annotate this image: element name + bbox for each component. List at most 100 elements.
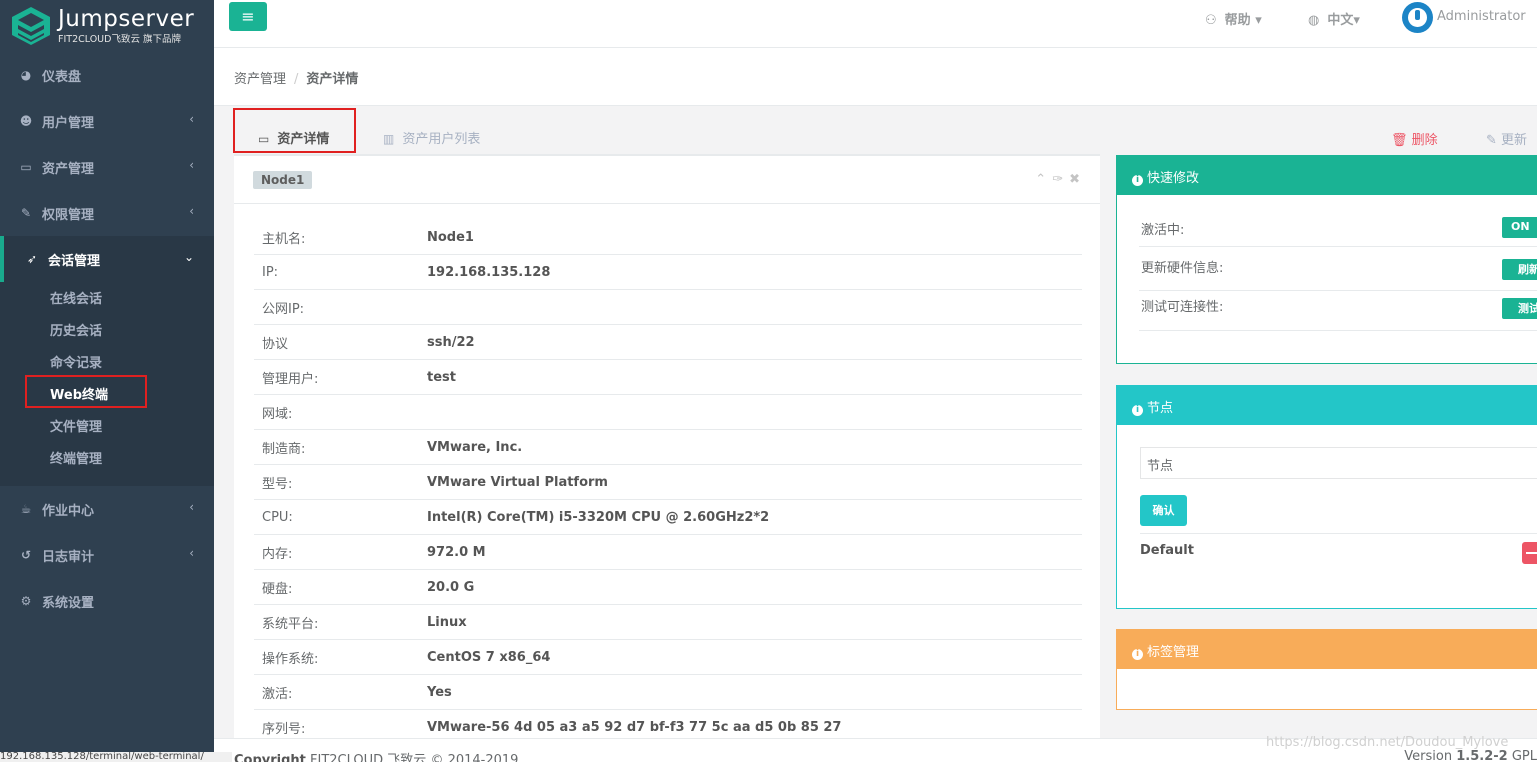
chevron-down-icon: ⌄: [183, 250, 194, 264]
table-row: 系统平台: Linux: [254, 605, 1082, 640]
labels-panel: i 标签管理: [1116, 629, 1537, 710]
labels-title: 标签管理: [1147, 645, 1200, 660]
sidebar-subitem-files[interactable]: 文件管理: [0, 412, 214, 444]
sidebar-item-label: 权限管理: [42, 207, 95, 223]
labels-body: [1116, 669, 1537, 710]
table-row: 管理用户: test: [254, 360, 1082, 395]
sidebar-subitem-terminals[interactable]: 终端管理: [0, 444, 214, 476]
table-row: 公网IP:: [254, 290, 1082, 325]
sidebar-item-jobs[interactable]: ☕ 作业中心 ‹: [0, 486, 214, 532]
sidebar-subitem-online[interactable]: 在线会话: [0, 284, 214, 316]
detail-key: 硬盘:: [262, 581, 293, 597]
tab-label: 资产用户列表: [402, 132, 481, 147]
table-row: IP: 192.168.135.128: [254, 255, 1082, 290]
active-label: 激活中:: [1141, 223, 1185, 238]
sidebar-item-audit[interactable]: ↺ 日志审计 ‹: [0, 532, 214, 578]
sidebar-item-sessions[interactable]: ➶ 会话管理 ⌄: [0, 236, 214, 282]
sidebar-item-users[interactable]: ☻ 用户管理 ‹: [0, 98, 214, 144]
copyright-bold: Copyright: [234, 753, 306, 762]
node-select-input[interactable]: 节点: [1140, 447, 1537, 479]
sidebar-item-settings[interactable]: ⚙ 系统设置: [0, 578, 214, 624]
detail-key: 制造商:: [262, 441, 306, 457]
menu-toggle-button[interactable]: ≡: [229, 2, 267, 31]
jumpserver-logo-icon: [12, 7, 50, 45]
breadcrumb: 资产管理 / 资产详情: [214, 48, 1537, 106]
tab-asset-users[interactable]: ▥ 资产用户列表: [383, 128, 480, 147]
table-row: 操作系统: CentOS 7 x86_64: [254, 640, 1082, 675]
table-row: 激活: Yes: [254, 675, 1082, 710]
remove-node-button[interactable]: [1522, 542, 1537, 564]
sidebar-item-label: 日志审计: [42, 549, 95, 565]
labels-header: i 标签管理: [1116, 629, 1537, 669]
caret-down-icon: ▾: [1353, 13, 1360, 28]
chevron-up-icon[interactable]: ⌃: [1035, 172, 1052, 187]
detail-key: IP:: [262, 264, 279, 280]
highlight-box-web-terminal: [25, 375, 147, 408]
status-bar-url: 192.168.135.128/terminal/web-terminal/: [0, 752, 232, 762]
quick-modify-header: i 快速修改: [1116, 155, 1537, 195]
asset-detail-table: 主机名: Node1 IP: 192.168.135.128 公网IP: 协议 ssh/22…: [254, 220, 1082, 745]
delete-button[interactable]: 🗑 删除: [1391, 129, 1438, 148]
sidebar-item-label: 系统设置: [42, 595, 95, 611]
node-item-default: Default: [1140, 533, 1537, 558]
info-icon: i: [1132, 175, 1143, 186]
refresh-hardware-button[interactable]: 刷新: [1502, 259, 1537, 280]
table-row: 网域:: [254, 395, 1082, 430]
breadcrumb-current: 资产详情: [306, 72, 359, 87]
asset-name-badge: Node1: [253, 171, 313, 189]
table-row: 协议 ssh/22: [254, 325, 1082, 360]
close-icon[interactable]: ✖: [1069, 172, 1086, 187]
nodes-body: 节点 确认 Default: [1116, 425, 1537, 609]
asset-detail-panel: Node1 ⌃✑✖ 主机名: Node1 IP: 192.168.135.128 公网I…: [234, 155, 1100, 745]
table-row: 型号: VMware Virtual Platform: [254, 465, 1082, 500]
version-number: 1.5.2-2: [1456, 749, 1508, 762]
user-name[interactable]: Administrator: [1437, 9, 1526, 24]
panel-tools: ⌃✑✖: [1035, 172, 1086, 187]
edit-icon: ✎: [20, 206, 32, 220]
handshake-icon: ⚇: [1205, 13, 1217, 28]
test-connectivity-button[interactable]: 测试: [1502, 298, 1537, 319]
detail-key: 激活:: [262, 686, 293, 702]
sidebar-item-assets[interactable]: ▭ 资产管理 ‹: [0, 144, 214, 190]
sidebar-subitem-history[interactable]: 历史会话: [0, 316, 214, 348]
hamburger-icon: ≡: [241, 7, 255, 26]
help-dropdown[interactable]: ⚇ 帮助 ▾: [1205, 9, 1262, 28]
sidebar-item-label: 会话管理: [48, 253, 101, 269]
detail-key: 系统平台:: [262, 616, 319, 632]
rocket-icon: ➶: [26, 252, 38, 266]
edit-icon: ✎: [1486, 133, 1497, 148]
nodes-panel: i 节点 节点 确认 Default: [1116, 385, 1537, 609]
history-icon: ↺: [20, 548, 32, 562]
detail-key: 序列号:: [262, 721, 306, 737]
nodes-header: i 节点: [1116, 385, 1537, 425]
user-avatar-icon[interactable]: [1402, 2, 1433, 33]
info-icon: i: [1132, 405, 1143, 416]
breadcrumb-parent[interactable]: 资产管理: [234, 72, 286, 87]
gears-icon: ⚙: [20, 594, 32, 608]
bar-chart-icon: ▥: [383, 132, 395, 146]
highlight-box-detail-tab: [233, 108, 356, 153]
update-button[interactable]: ✎ 更新: [1486, 129, 1527, 148]
detail-key: 管理用户:: [262, 371, 319, 387]
detail-key: 协议: [262, 336, 289, 352]
quick-modify-panel: i 快速修改 激活中: ON 更新硬件信息: 刷新 测试可连接性: 测试: [1116, 155, 1537, 364]
sidebar-item-dashboard[interactable]: ◕ 仪表盘: [0, 52, 214, 98]
confirm-node-button[interactable]: 确认: [1140, 495, 1187, 526]
table-row: CPU: Intel(R) Core(TM) i5-3320M CPU @ 2.6…: [254, 500, 1082, 535]
top-navbar: ≡ ⚇ 帮助 ▾ ◍ 中文▾ Administrator: [214, 0, 1537, 48]
table-row: 主机名: Node1: [254, 220, 1082, 255]
language-dropdown[interactable]: ◍ 中文▾: [1308, 9, 1360, 28]
coffee-icon: ☕: [20, 502, 32, 516]
wrench-icon[interactable]: ✑: [1052, 172, 1069, 187]
active-toggle[interactable]: ON: [1502, 217, 1537, 238]
sidebar-item-label: 用户管理: [42, 115, 95, 131]
chevron-left-icon: ‹: [189, 158, 194, 172]
detail-value: Linux: [427, 614, 467, 630]
chevron-left-icon: ‹: [189, 500, 194, 514]
sidebar-item-perms[interactable]: ✎ 权限管理 ‹: [0, 190, 214, 236]
detail-value: 20.0 G: [427, 579, 475, 595]
hardware-row: 更新硬件信息: 刷新: [1139, 251, 1537, 291]
brand-logo[interactable]: Jumpserver FIT2CLOUD飞致云 旗下品牌: [0, 0, 214, 52]
detail-value: VMware, Inc.: [427, 439, 523, 455]
table-row: 内存: 972.0 M: [254, 535, 1082, 570]
